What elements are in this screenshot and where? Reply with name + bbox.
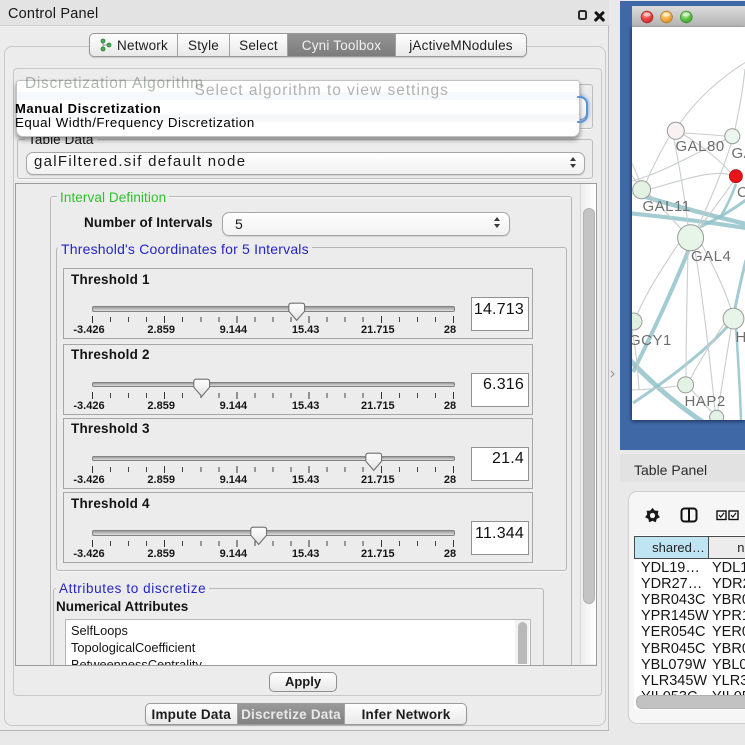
- svg-text:HIS5: HIS5: [735, 329, 745, 346]
- svg-text:GCY1: GCY1: [632, 332, 672, 349]
- svg-text:GAL80: GAL80: [675, 138, 724, 155]
- svg-text:HAP2: HAP2: [684, 393, 725, 410]
- svg-text:CDC: CDC: [737, 184, 745, 201]
- svg-text:GAL11: GAL11: [642, 198, 690, 215]
- svg-text:GAL4: GAL4: [691, 248, 731, 265]
- svg-text:GAL2: GAL2: [731, 145, 745, 162]
